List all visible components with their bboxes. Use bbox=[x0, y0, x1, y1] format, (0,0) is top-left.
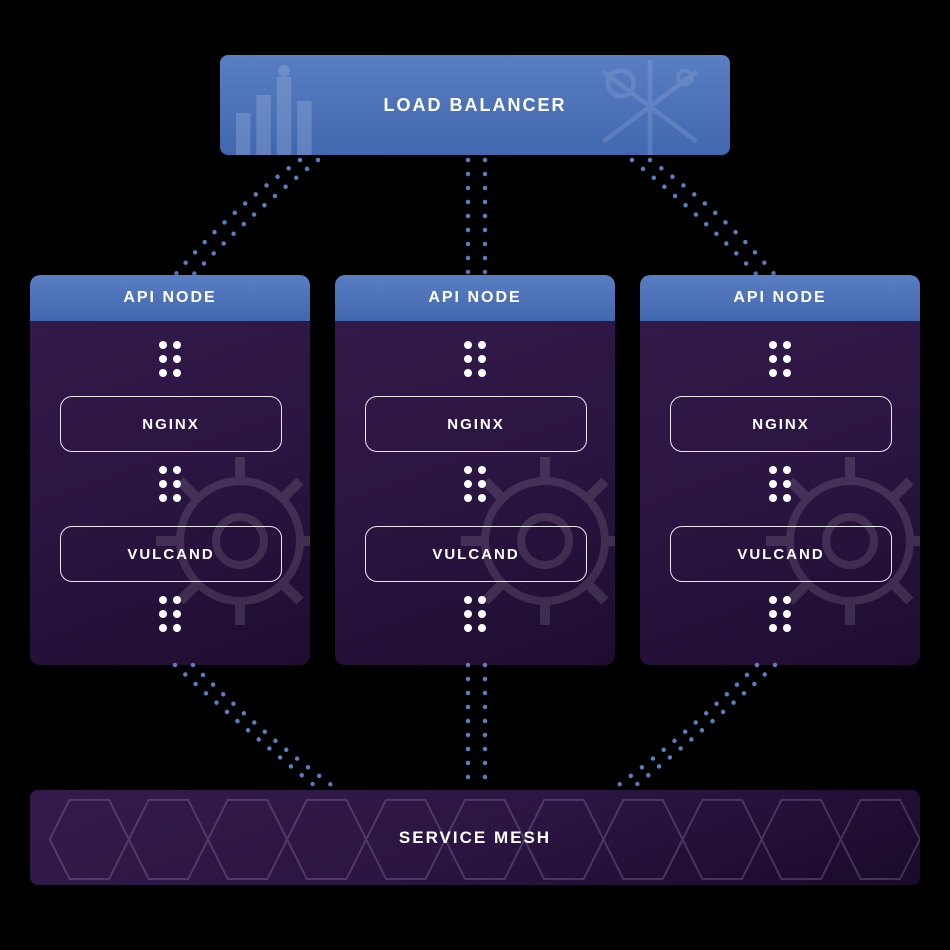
dot-grid-icon bbox=[159, 341, 181, 377]
load-balancer-label: LOAD BALANCER bbox=[384, 95, 567, 116]
dot-grid-icon bbox=[159, 466, 181, 502]
search-star-icon bbox=[580, 60, 720, 155]
vulcand-box: VULCAND bbox=[670, 526, 892, 582]
load-balancer-box: LOAD BALANCER bbox=[220, 55, 730, 155]
dot-grid-icon bbox=[769, 596, 791, 632]
nginx-box: NGINX bbox=[670, 396, 892, 452]
api-node-header: API NODE bbox=[335, 275, 615, 321]
bar-chart-icon bbox=[230, 65, 350, 155]
nginx-box: NGINX bbox=[365, 396, 587, 452]
architecture-diagram: LOAD BALANCER API NODE bbox=[0, 0, 950, 950]
api-node-header: API NODE bbox=[640, 275, 920, 321]
vulcand-box: VULCAND bbox=[365, 526, 587, 582]
api-node-1: API NODE NGINX VULCAND bbox=[30, 275, 310, 665]
api-node-header: API NODE bbox=[30, 275, 310, 321]
dot-grid-icon bbox=[464, 596, 486, 632]
dot-grid-icon bbox=[159, 596, 181, 632]
api-node-3: API NODE NGINX VULCAND bbox=[640, 275, 920, 665]
dot-grid-icon bbox=[769, 341, 791, 377]
dot-grid-icon bbox=[464, 466, 486, 502]
vulcand-box: VULCAND bbox=[60, 526, 282, 582]
service-mesh-label: SERVICE MESH bbox=[399, 828, 551, 848]
dot-grid-icon bbox=[464, 341, 486, 377]
dot-grid-icon bbox=[769, 466, 791, 502]
api-node-2: API NODE NGINX VULCAND bbox=[335, 275, 615, 665]
nginx-box: NGINX bbox=[60, 396, 282, 452]
service-mesh-box: SERVICE MESH bbox=[30, 790, 920, 885]
